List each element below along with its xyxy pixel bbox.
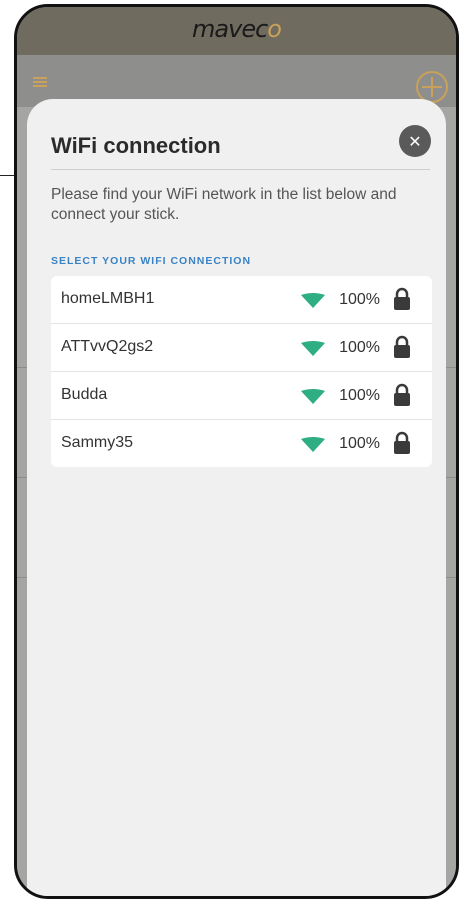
wifi-dialog: WiFi connection ✕ Please find your WiFi …	[27, 99, 446, 896]
close-icon: ✕	[408, 131, 422, 151]
wifi-signal-icon	[301, 293, 325, 308]
signal-strength: 100%	[339, 339, 380, 356]
lock-icon	[394, 287, 410, 310]
header: maveco	[17, 7, 456, 55]
logo: maveco	[192, 15, 282, 43]
signal-strength: 100%	[339, 291, 380, 308]
section-label: SELECT YOUR WIFI CONNECTION	[51, 255, 252, 267]
network-row[interactable]: Sammy35 100%	[51, 420, 432, 467]
network-ssid: Budda	[61, 386, 108, 403]
lock-icon	[394, 383, 410, 406]
network-ssid: homeLMBH1	[61, 290, 155, 307]
phone-frame: maveco WiFi connection ✕ Please find you…	[14, 4, 459, 899]
close-button[interactable]: ✕	[399, 125, 431, 157]
lock-icon	[394, 335, 410, 358]
network-row[interactable]: ATTvvQ2gs2 100%	[51, 324, 432, 372]
wifi-signal-icon	[301, 437, 325, 452]
dialog-description: Please find your WiFi network in the lis…	[51, 186, 397, 223]
network-row[interactable]: Budda 100%	[51, 372, 432, 420]
menu-icon[interactable]	[33, 77, 47, 87]
network-row[interactable]: homeLMBH1 100%	[51, 276, 432, 324]
lock-icon	[394, 431, 410, 454]
network-ssid: ATTvvQ2gs2	[61, 338, 154, 355]
network-ssid: Sammy35	[61, 434, 134, 451]
signal-strength: 100%	[339, 435, 380, 452]
wifi-signal-icon	[301, 341, 325, 356]
dialog-title: WiFi connection	[51, 133, 221, 158]
network-list: homeLMBH1 100% ATTvvQ2gs2 100% Budda 100…	[51, 276, 432, 467]
divider	[51, 169, 430, 170]
wifi-signal-icon	[301, 389, 325, 404]
signal-strength: 100%	[339, 387, 380, 404]
